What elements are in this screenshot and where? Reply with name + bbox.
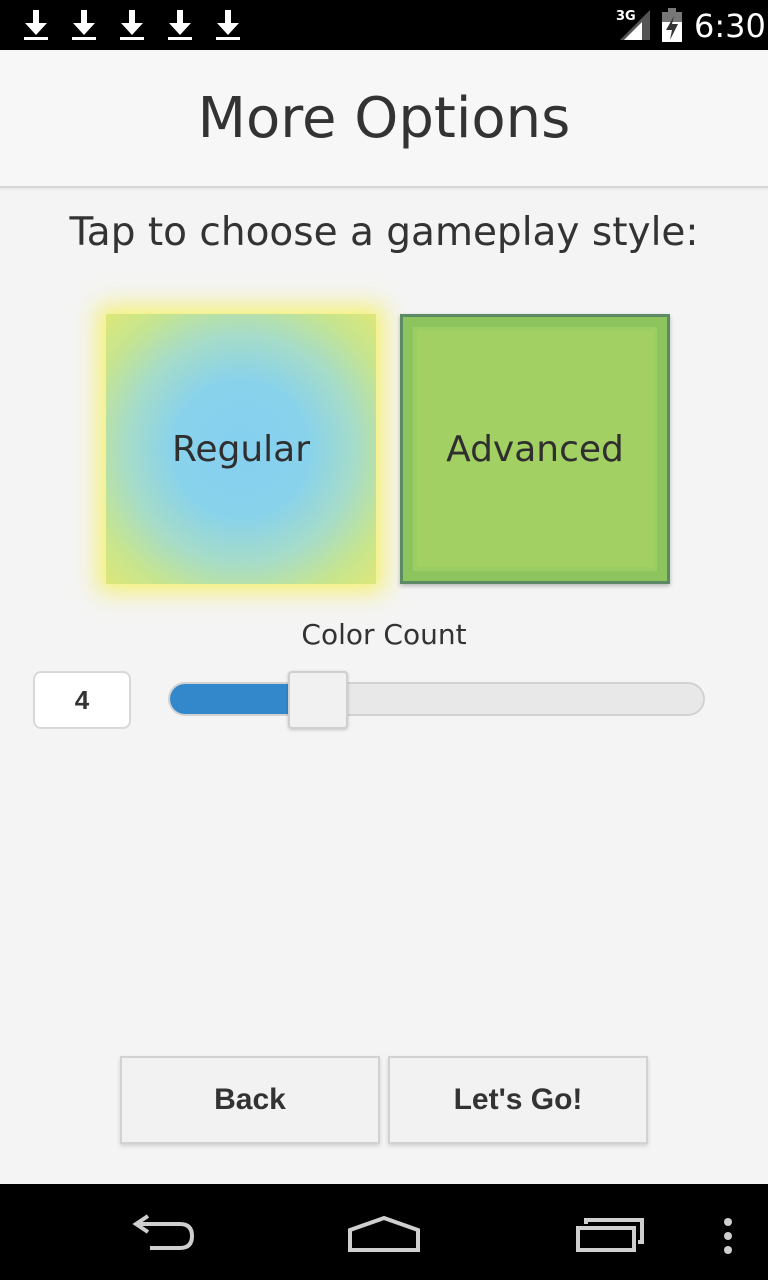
back-button[interactable]: Back: [120, 1056, 380, 1144]
advanced-style-label: Advanced: [446, 428, 624, 470]
overflow-menu-icon[interactable]: [722, 1216, 734, 1256]
home-icon[interactable]: [346, 1214, 422, 1254]
recent-apps-icon[interactable]: [574, 1214, 648, 1254]
back-icon[interactable]: [124, 1214, 196, 1254]
status-clock: 6:30: [694, 7, 766, 45]
battery-icon: [662, 8, 682, 42]
download-icon: [120, 10, 144, 40]
download-icon: [72, 10, 96, 40]
color-count-label: Color Count: [301, 618, 467, 651]
page-title: More Options: [197, 86, 571, 151]
signal-icon: [620, 10, 650, 40]
gameplay-instruction: Tap to choose a gameplay style:: [69, 210, 699, 255]
status-bar: 3G 6:30: [0, 0, 768, 50]
download-icon: [168, 10, 192, 40]
color-count-input[interactable]: 4: [33, 671, 131, 729]
color-count-slider-handle[interactable]: [288, 671, 349, 729]
regular-style-label: Regular: [171, 428, 311, 470]
color-count-slider-track[interactable]: [168, 682, 705, 716]
download-icon: [216, 10, 240, 40]
app-header: More Options: [0, 50, 768, 188]
lets-go-button[interactable]: Let's Go!: [388, 1056, 648, 1144]
download-icon: [24, 10, 48, 40]
advanced-style-tile[interactable]: Advanced: [400, 314, 670, 584]
system-nav-bar: [0, 1184, 768, 1280]
regular-style-tile[interactable]: Regular: [106, 314, 376, 584]
